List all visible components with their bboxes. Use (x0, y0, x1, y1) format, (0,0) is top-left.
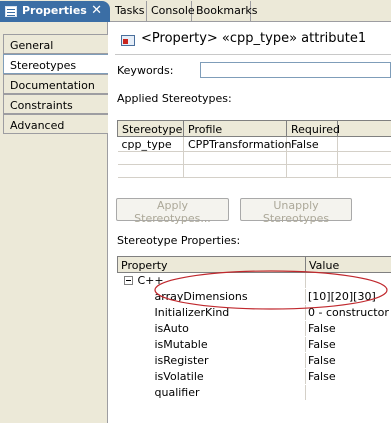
properties-category-nav: General Stereotypes Documentation Constr… (0, 22, 108, 423)
table-header-row: Property Value (117, 256, 391, 273)
property-name: isRegister (117, 352, 306, 369)
required-cell: False (286, 136, 338, 152)
property-name: qualifier (117, 384, 306, 401)
view-tab-bar: Properties ✕ Tasks Console Bookmarks (0, 0, 391, 22)
property-name: isMutable (117, 336, 306, 353)
unapply-stereotypes-button[interactable]: Unapply Stereotypes (240, 198, 352, 225)
property-name: isAuto (117, 320, 306, 337)
keywords-input[interactable] (200, 62, 391, 78)
property-value[interactable]: 0 - constructor (305, 304, 391, 321)
property-row[interactable]: isAuto False (117, 320, 391, 337)
property-name: isVolatile (117, 368, 306, 385)
property-row[interactable]: qualifier (117, 384, 391, 401)
uml-property-icon (121, 35, 135, 47)
apply-stereotypes-button[interactable]: Apply Stereotypes... (116, 198, 229, 225)
property-value[interactable] (305, 384, 391, 401)
nav-item-stereotypes[interactable]: Stereotypes (3, 54, 108, 74)
nav-item-general[interactable]: General (3, 34, 108, 54)
table-row[interactable]: cpp_type CPPTransformation False (117, 136, 391, 152)
property-name: arrayDimensions (117, 288, 306, 305)
empty-row (117, 151, 391, 165)
property-row[interactable]: isMutable False (117, 336, 391, 353)
property-row[interactable]: isRegister False (117, 352, 391, 369)
tree-group-row[interactable]: C++ (117, 272, 391, 289)
column-header-stereotype[interactable]: Stereotype (117, 120, 184, 137)
stereotype-cell: cpp_type (117, 136, 184, 152)
tab-properties-label: Properties (22, 4, 87, 17)
column-header-value[interactable]: Value (305, 256, 391, 273)
applied-stereotypes-label: Applied Stereotypes: (117, 92, 232, 105)
profile-cell: CPPTransformation (183, 136, 291, 152)
property-row[interactable]: arrayDimensions [10][20][30] (117, 288, 391, 305)
property-value[interactable]: False (305, 352, 391, 369)
table-header-row: Stereotype Profile Required (117, 120, 391, 137)
column-header-property[interactable]: Property (117, 256, 306, 273)
tree-group-label: C++ (137, 274, 164, 287)
property-row[interactable]: isVolatile False (117, 368, 391, 385)
stereotypes-panel: <Property> «cpp_type» attribute1 Keyword… (109, 22, 391, 423)
column-header-profile[interactable]: Profile (183, 120, 287, 137)
nav-item-constraints[interactable]: Constraints (3, 94, 108, 114)
property-name: InitializerKind (117, 304, 306, 321)
tab-console[interactable]: Console (147, 1, 195, 22)
element-header: <Property> «cpp_type» attribute1 (109, 30, 391, 52)
collapse-icon[interactable] (123, 276, 133, 285)
page-title: <Property> «cpp_type» attribute1 (141, 31, 367, 46)
nav-item-documentation[interactable]: Documentation (3, 74, 108, 94)
keywords-label: Keywords: (117, 64, 174, 77)
property-value[interactable]: False (305, 368, 391, 385)
stereotype-properties-table[interactable]: Property Value C++ arrayDimensions [10][… (117, 256, 391, 401)
close-icon[interactable]: ✕ (91, 3, 102, 18)
column-header-required[interactable]: Required (286, 120, 340, 137)
property-row[interactable]: InitializerKind 0 - constructor (117, 304, 391, 321)
tab-properties[interactable]: Properties ✕ (0, 1, 110, 22)
property-value[interactable]: False (305, 336, 391, 353)
applied-stereotypes-table[interactable]: Stereotype Profile Required cpp_type CPP… (117, 120, 391, 178)
nav-item-advanced[interactable]: Advanced (3, 114, 108, 134)
header-divider (115, 54, 391, 55)
properties-icon (5, 6, 17, 17)
tab-bookmarks[interactable]: Bookmarks (192, 1, 257, 22)
empty-row (117, 164, 391, 178)
tab-tasks[interactable]: Tasks (111, 1, 147, 22)
property-value[interactable]: [10][20][30] (305, 288, 391, 305)
property-value[interactable]: False (305, 320, 391, 337)
column-header-filler (337, 120, 391, 137)
stereotype-properties-label: Stereotype Properties: (117, 234, 241, 247)
